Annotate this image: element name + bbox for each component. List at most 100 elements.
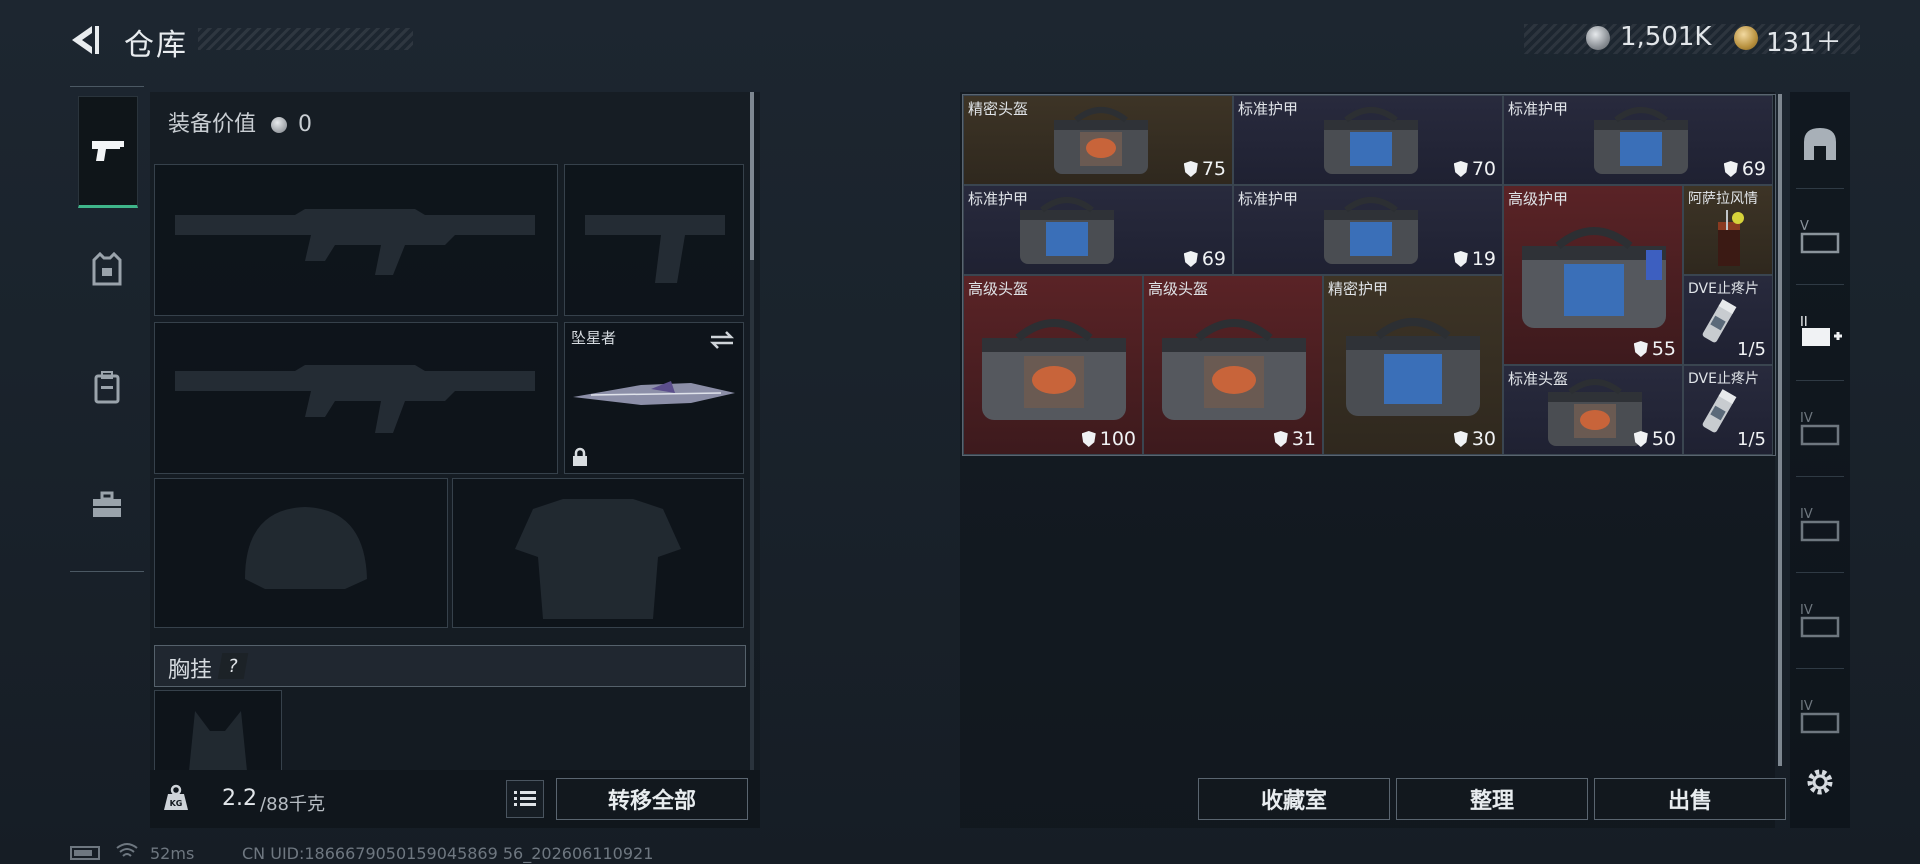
item-value: 50: [1633, 428, 1676, 450]
item-value: 75: [1183, 158, 1226, 180]
stash-item[interactable]: DVE止疼片 1/5: [1683, 275, 1773, 365]
stash-tab-iv-1[interactable]: IV: [1796, 404, 1844, 452]
help-button[interactable]: ?: [217, 653, 249, 679]
page-title: 仓库: [124, 28, 188, 63]
stash-scrollbar[interactable]: [1778, 94, 1782, 766]
item-name: 标准护甲: [1508, 100, 1569, 118]
bag-icon: [1522, 227, 1666, 328]
collection-button[interactable]: 收藏室: [1198, 778, 1390, 820]
vest-icon: [92, 252, 122, 286]
shield-icon: [1453, 161, 1468, 177]
item-value: 31: [1273, 428, 1316, 450]
second-primary-weapon-slot[interactable]: [154, 322, 558, 474]
bag-icon: [1324, 107, 1418, 174]
stash-item[interactable]: DVE止疼片 1/5: [1683, 365, 1773, 455]
stash-home-tab[interactable]: [1796, 120, 1844, 168]
tab-weapons[interactable]: [78, 96, 138, 208]
stash-tab-label: IV: [1800, 603, 1813, 618]
weight-current: 2.2: [222, 786, 257, 811]
item-name: 精密头盔: [968, 100, 1029, 118]
stash-item[interactable]: 标准护甲 70: [1233, 95, 1503, 185]
item-name: DVE止疼片: [1688, 281, 1759, 297]
pistol-icon: [92, 141, 124, 161]
shield-icon: [1723, 161, 1738, 177]
vault-icon: [1804, 128, 1836, 160]
gold-amount[interactable]: 131＋: [1766, 22, 1842, 59]
stash-tab-iv-2[interactable]: IV: [1796, 500, 1844, 548]
tab-case[interactable]: [78, 476, 136, 534]
settings-button[interactable]: [1796, 758, 1844, 806]
drink-icon: [1718, 210, 1744, 266]
shield-icon: [1633, 341, 1648, 357]
knife-icon: [573, 381, 735, 405]
stash-item[interactable]: 高级护甲 55: [1503, 185, 1683, 365]
back-button[interactable]: [66, 20, 106, 60]
gold-coin-icon: [1734, 26, 1758, 50]
item-name: 标准护甲: [1238, 100, 1299, 118]
stash-case-icon: IV: [1800, 411, 1840, 446]
stash-item[interactable]: 标准护甲 69: [963, 185, 1233, 275]
item-name: DVE止疼片: [1688, 371, 1759, 387]
bag-icon: [982, 319, 1126, 420]
item-name: 标准护甲: [1238, 190, 1299, 208]
primary-weapon-slot[interactable]: [154, 164, 558, 316]
secondary-weapon-slot[interactable]: [564, 164, 744, 316]
rifle-silhouette-icon: [175, 365, 535, 433]
bag-icon: [1594, 107, 1688, 174]
stash-tab-label: II: [1800, 315, 1808, 330]
helmet-slot[interactable]: [154, 478, 448, 628]
stash-item[interactable]: 标准护甲 19: [1233, 185, 1503, 275]
chest-rig-slot[interactable]: [154, 690, 282, 772]
pill-bottle-icon: [1702, 389, 1737, 433]
shield-icon: [1183, 251, 1198, 267]
item-value: 69: [1723, 158, 1766, 180]
organize-button[interactable]: 整理: [1396, 778, 1588, 820]
equipment-scrollbar[interactable]: [750, 92, 754, 772]
stash-item[interactable]: 高级头盔 100: [963, 275, 1143, 455]
stash-item[interactable]: 精密护甲 30: [1323, 275, 1503, 455]
chest-rig-label: 胸挂: [168, 658, 213, 683]
item-value: 19: [1453, 248, 1496, 270]
bag-icon: [1020, 197, 1114, 264]
item-value: 55: [1633, 338, 1676, 360]
stash-item[interactable]: 标准护甲 69: [1503, 95, 1773, 185]
stash-item[interactable]: 高级头盔 31: [1143, 275, 1323, 455]
stash-tab-v[interactable]: V: [1796, 212, 1844, 260]
shield-icon: [1633, 431, 1648, 447]
helmet-silhouette-icon: [245, 507, 367, 589]
title-decoration: [198, 28, 413, 50]
sell-button[interactable]: 出售: [1594, 778, 1786, 820]
pill-bottle-icon: [1702, 299, 1737, 343]
chest-rig-silhouette-icon: [189, 711, 247, 771]
list-view-button[interactable]: [506, 780, 544, 818]
item-value: 30: [1453, 428, 1496, 450]
item-value: 69: [1183, 248, 1226, 270]
weight-icon-text: KG: [170, 799, 183, 808]
equipment-value-label: 装备价值: [168, 112, 257, 137]
tab-backpack[interactable]: [78, 358, 136, 416]
stash-item[interactable]: 标准头盔 50: [1503, 365, 1683, 455]
shield-icon: [1273, 431, 1288, 447]
uid-text: CN UID:1866679050159045869 56_2026061109…: [242, 844, 654, 863]
stash-tab-iv-4[interactable]: IV: [1796, 692, 1844, 740]
rifle-silhouette-icon: [175, 209, 535, 275]
wifi-icon: [116, 843, 138, 857]
add-stash-icon: II: [1800, 315, 1842, 346]
equipment-value-amount: 0: [298, 112, 313, 137]
swap-icon[interactable]: [709, 329, 735, 351]
shield-icon: [1453, 251, 1468, 267]
stash-case-icon: IV: [1800, 699, 1840, 734]
melee-slot[interactable]: 坠星者: [564, 322, 744, 474]
stash-tab-ii-add[interactable]: II: [1796, 308, 1844, 356]
latency-text: 52ms: [150, 844, 195, 863]
stash-item[interactable]: 阿萨拉风情: [1683, 185, 1773, 275]
transfer-all-button[interactable]: 转移全部: [556, 778, 748, 820]
item-count: 1/5: [1737, 339, 1766, 360]
tab-armor[interactable]: [78, 240, 136, 298]
item-name: 精密护甲: [1328, 280, 1389, 298]
stash-item[interactable]: 精密头盔 75: [963, 95, 1233, 185]
body-armor-slot[interactable]: [452, 478, 744, 628]
item-name: 高级护甲: [1508, 190, 1569, 208]
equipment-value: 装备价值 0: [168, 106, 312, 138]
stash-tab-iv-3[interactable]: IV: [1796, 596, 1844, 644]
